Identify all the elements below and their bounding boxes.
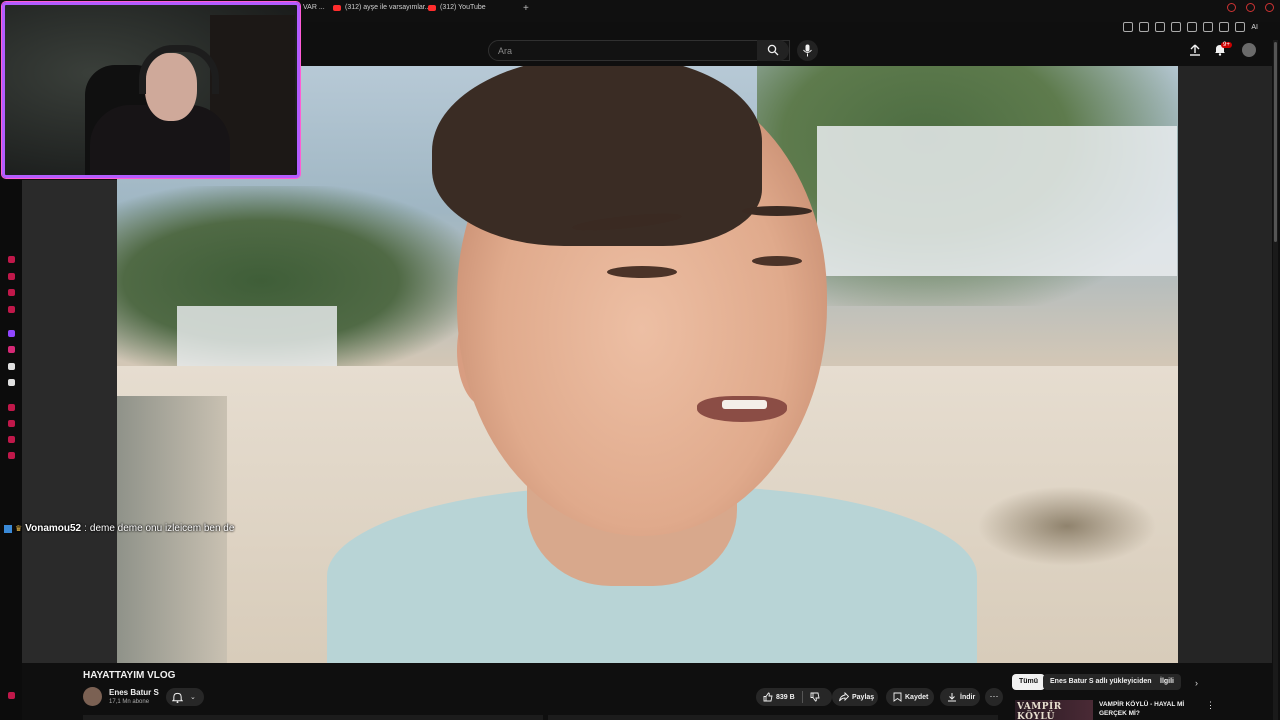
channel-avatar[interactable]	[83, 687, 102, 706]
x-icon	[8, 379, 15, 386]
shield-icon[interactable]	[1155, 22, 1166, 32]
social-icon	[8, 452, 15, 459]
download-icon[interactable]	[1235, 22, 1246, 32]
search-icon	[767, 44, 779, 56]
search-input[interactable]: Ara	[488, 40, 790, 61]
player-right-margin	[1178, 66, 1272, 663]
minimize-icon[interactable]	[1227, 3, 1236, 12]
youtube-icon	[428, 4, 436, 11]
recommendation-menu-icon[interactable]: ⋮	[1206, 700, 1215, 711]
download-icon	[948, 693, 956, 702]
download-label: İndir	[960, 693, 976, 701]
subscription-bell-button[interactable]: ⌄	[166, 688, 204, 706]
chat-icon[interactable]	[1203, 22, 1214, 32]
notification-count-badge: 9+	[1221, 42, 1232, 48]
social-icon	[8, 404, 15, 411]
maximize-icon[interactable]	[1246, 3, 1255, 12]
search-placeholder: Ara	[498, 46, 513, 56]
upload-icon[interactable]	[1189, 44, 1201, 56]
ai-button[interactable]: AI	[1251, 24, 1258, 31]
chip-from-uploader[interactable]: Enes Batur S adlı yükleyiciden	[1043, 674, 1159, 690]
share-icon	[839, 692, 849, 702]
recommendation-thumbnail[interactable]: VAMPİR KÖYLÜ	[1015, 700, 1093, 720]
account-avatar[interactable]	[1242, 43, 1256, 57]
more-actions-button[interactable]: ⋯	[985, 688, 1003, 706]
like-count[interactable]: 839 B	[776, 694, 795, 701]
social-icon	[8, 289, 15, 296]
like-icon[interactable]	[763, 692, 773, 702]
subscriber-count: 17,1 Mn abone	[109, 699, 150, 705]
chat-text: deme deme onu izleicem ben de	[89, 523, 235, 534]
instagram-icon	[8, 346, 15, 353]
social-icon	[8, 420, 15, 427]
tab-icon[interactable]	[1139, 22, 1150, 32]
tab-var[interactable]: VAR ...	[303, 4, 325, 11]
description-box-edge	[548, 715, 998, 720]
chips-next-icon[interactable]: ›	[1195, 678, 1198, 688]
chevron-down-icon: ⌄	[190, 694, 196, 701]
beach-house	[817, 126, 1177, 276]
chat-username: Vonamou52	[25, 523, 82, 534]
like-divider	[801, 691, 803, 703]
video-title: HAYATTAYIM VLOG	[83, 670, 176, 681]
search-button[interactable]	[757, 40, 789, 61]
recommendation-title[interactable]: VAMPİR KÖYLÜ - HAYAL Mİ GERÇEK Mİ?	[1099, 700, 1199, 718]
heart-icon[interactable]	[1187, 22, 1198, 32]
microphone-icon	[803, 44, 812, 57]
thumbnail-text: VAMPİR KÖYLÜ	[1017, 702, 1062, 720]
tiktok-icon	[8, 363, 15, 370]
tab-ayse[interactable]: (312) ayşe ile varsayımlar...	[333, 4, 431, 11]
tab-youtube[interactable]: (312) YouTube	[428, 4, 486, 11]
social-icon	[8, 306, 15, 313]
chat-separator: :	[84, 523, 87, 534]
social-icon	[8, 436, 15, 443]
play-icon[interactable]	[1171, 22, 1182, 32]
chat-message: ♛ Vonamou52 : deme deme onu izleicem ben…	[4, 523, 234, 534]
social-icon	[8, 256, 15, 263]
twitch-icon	[8, 330, 15, 337]
save-icon	[893, 692, 902, 702]
save-button[interactable]: Kaydet	[886, 688, 934, 706]
social-icon	[8, 273, 15, 280]
bell-icon	[172, 692, 183, 703]
extension-icon[interactable]	[1219, 22, 1230, 32]
voice-search-button[interactable]	[797, 40, 818, 61]
new-tab-button[interactable]: +	[523, 3, 529, 14]
chat-badge-icon	[4, 524, 12, 533]
save-label: Kaydet	[905, 693, 929, 701]
extension-bar: AI	[1123, 22, 1258, 32]
share-label: Paylaş	[852, 693, 875, 701]
chip-related[interactable]: İlgili	[1153, 674, 1181, 690]
close-icon[interactable]	[1265, 3, 1274, 12]
youtube-icon	[333, 4, 341, 11]
stream-social-rail	[0, 180, 22, 720]
share-button[interactable]: Paylaş	[832, 688, 878, 706]
scrollbar-thumb[interactable]	[1274, 42, 1277, 242]
description-box-edge	[83, 715, 543, 720]
bookmark-icon[interactable]	[1123, 22, 1134, 32]
streamer-webcam	[2, 2, 300, 178]
download-button[interactable]: İndir	[940, 688, 980, 706]
player-left-margin	[22, 180, 117, 663]
social-icon	[8, 692, 15, 699]
channel-name[interactable]: Enes Batur S	[109, 688, 159, 697]
crown-icon: ♛	[15, 524, 23, 533]
window-controls	[1227, 3, 1274, 12]
headset	[139, 45, 219, 94]
like-dislike-group: 839 B	[756, 688, 832, 706]
chip-all[interactable]: Tümü	[1012, 674, 1046, 690]
dislike-icon[interactable]	[810, 692, 820, 702]
